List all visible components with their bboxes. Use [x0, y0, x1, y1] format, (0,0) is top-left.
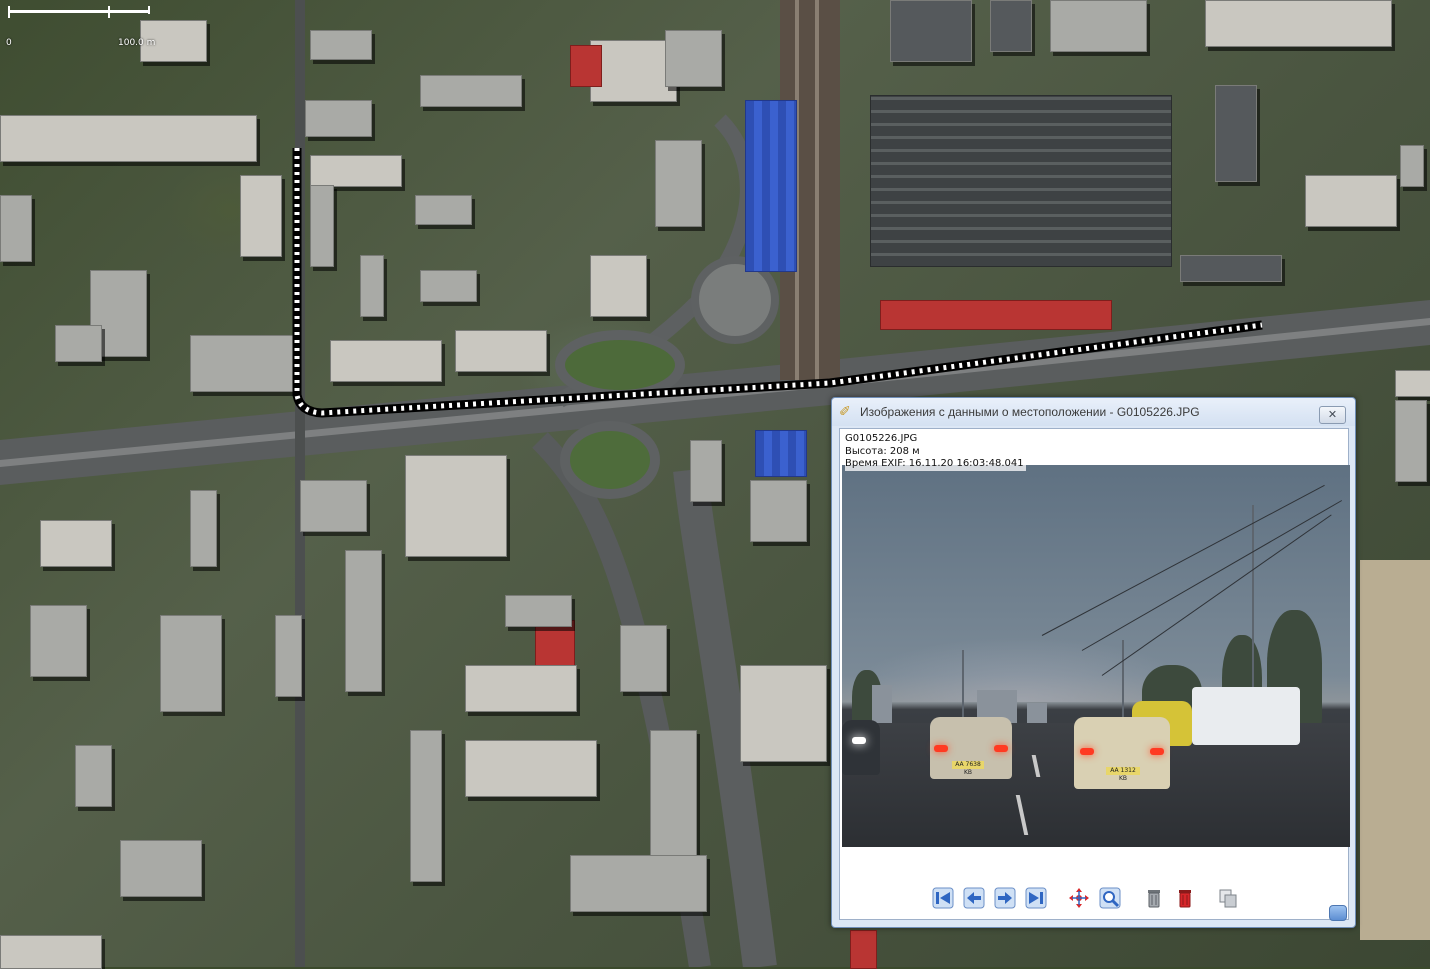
delete-image-button[interactable]	[1142, 886, 1166, 910]
trash-icon	[1148, 890, 1160, 908]
photo-bus	[1192, 687, 1300, 745]
delete-all-images-button[interactable]	[1173, 886, 1197, 910]
next-image-button[interactable]	[993, 886, 1017, 910]
first-image-button[interactable]	[931, 886, 955, 910]
scale-label-start: 0	[6, 38, 12, 48]
scale-label-end: 100.0 m	[118, 38, 156, 48]
photo-plate-left: AA 7638 KB	[952, 761, 984, 776]
scale-tick	[108, 6, 110, 18]
photo-building	[872, 685, 892, 725]
photo-tail-light	[994, 745, 1008, 752]
image-info: G0105226.JPG Высота: 208 м Время EXIF: 1…	[845, 433, 1026, 471]
move-arrows-icon	[1069, 888, 1089, 908]
skip-first-icon	[932, 887, 954, 909]
image-filename: G0105226.JPG	[845, 433, 920, 446]
image-exif-time: Время EXIF: 16.11.20 16:03:48.041	[845, 458, 1026, 471]
dialog-titlebar[interactable]: ✐ Изображения с данными о местоположении…	[832, 398, 1355, 426]
scale-tick	[8, 6, 10, 18]
photo-location-icon: ✐	[839, 404, 851, 420]
arrow-right-icon	[994, 887, 1016, 909]
scale-bar-line	[8, 10, 150, 13]
copy-image-button[interactable]	[1216, 886, 1240, 910]
trash-red-icon	[1179, 890, 1191, 908]
image-altitude: Высота: 208 м	[845, 445, 922, 458]
resize-grip[interactable]	[1329, 905, 1347, 921]
photo-tail-light	[1150, 748, 1164, 755]
close-button[interactable]: ✕	[1319, 406, 1346, 424]
photo-building	[1027, 703, 1047, 725]
image-toolbar	[840, 886, 1348, 914]
map-scale-bar: 0 100.0 m	[6, 6, 156, 50]
previous-image-button[interactable]	[962, 886, 986, 910]
photo-headlight	[852, 737, 866, 744]
photo-plate-right: AA 1312 KB	[1106, 767, 1140, 782]
image-panel: G0105226.JPG Высота: 208 м Время EXIF: 1…	[839, 428, 1350, 920]
magnifier-icon	[1099, 887, 1121, 909]
last-image-button[interactable]	[1024, 886, 1048, 910]
geotagged-images-dialog[interactable]: ✐ Изображения с данными о местоположении…	[831, 397, 1356, 928]
geotagged-photo[interactable]: AA 7638 KB AA 1312 KB	[842, 465, 1350, 847]
photo-tail-light	[934, 745, 948, 752]
copy-icon	[1219, 889, 1237, 908]
photo-car-far-left	[842, 720, 880, 775]
zoom-to-image-button[interactable]	[1098, 886, 1122, 910]
scale-tick	[148, 6, 150, 14]
photo-tail-light	[1080, 748, 1094, 755]
dialog-title: Изображения с данными о местоположении -…	[860, 405, 1200, 419]
arrow-left-icon	[963, 887, 985, 909]
skip-last-icon	[1025, 887, 1047, 909]
move-marker-button[interactable]	[1067, 886, 1091, 910]
